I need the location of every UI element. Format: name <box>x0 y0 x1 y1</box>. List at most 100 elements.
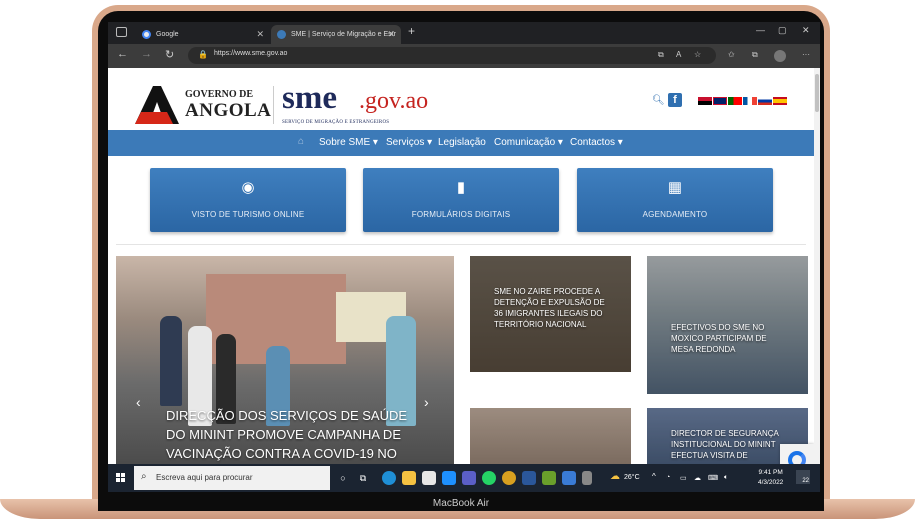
flag-russia-icon[interactable] <box>758 97 772 105</box>
tab-actions-icon[interactable] <box>116 27 127 37</box>
word-icon[interactable] <box>522 471 536 485</box>
nav-sobre-sme[interactable]: Sobre SME ▾ <box>319 137 378 148</box>
notification-center-icon[interactable]: 22 <box>796 470 810 484</box>
collections-icon[interactable]: ⧉ <box>752 50 758 60</box>
tab-bar: Google ✕ SME | Serviço de Migração e Est… <box>108 22 820 44</box>
app-icon[interactable] <box>542 471 556 485</box>
gov-line2: ANGOLA <box>185 100 272 121</box>
close-window-icon[interactable]: ✕ <box>802 25 810 36</box>
new-tab-button[interactable]: + <box>408 24 415 38</box>
close-tab-icon[interactable]: ✕ <box>387 25 395 44</box>
favorites-bar-icon[interactable]: ✩ <box>728 50 735 59</box>
weather-temp[interactable]: 26°C <box>624 474 640 481</box>
tab-title: Google <box>156 31 179 38</box>
quick-link-visto[interactable]: ◉ VISTO DE TURISMO ONLINE <box>150 168 346 232</box>
taskbar-search-placeholder: Escreva aqui para procurar <box>156 473 253 482</box>
store-icon[interactable] <box>422 471 436 485</box>
news-card[interactable] <box>470 408 631 464</box>
nav-comunicacao[interactable]: Comunicação ▾ <box>494 137 563 148</box>
news-card-caption: EFECTIVOS DO SME NO MOXICO PARTICIPAM DE… <box>671 323 767 354</box>
minimize-icon[interactable]: — <box>756 25 765 35</box>
flag-angola-icon[interactable] <box>698 97 712 105</box>
clock-time: 9:41 PM <box>758 469 783 476</box>
search-icon: ⌕ <box>141 471 147 482</box>
quick-link-agendamento[interactable]: ▦ AGENDAMENTO <box>577 168 773 232</box>
tab-google[interactable]: Google ✕ <box>136 25 270 44</box>
recaptcha-badge[interactable] <box>780 444 814 464</box>
close-tab-icon[interactable]: ✕ <box>256 25 264 44</box>
onedrive-icon[interactable]: ☁ <box>694 474 701 482</box>
logo-divider <box>273 86 274 124</box>
nav-servicos[interactable]: Serviços ▾ <box>386 137 432 148</box>
news-card-caption: DIRECTOR DE SEGURANÇA INSTITUCIONAL DO M… <box>671 429 779 460</box>
brand-domain: .gov.ao <box>359 88 429 114</box>
network-icon[interactable]: ◔ <box>666 474 670 481</box>
hero-caption[interactable]: DIRECÇÃO DOS SERVIÇOS DE SAÚDE DO MININT… <box>166 406 416 463</box>
teams-icon[interactable] <box>462 471 476 485</box>
sme-favicon-icon <box>277 30 286 39</box>
clock-date: 4/3/2022 <box>758 479 784 486</box>
flag-spain-icon[interactable] <box>773 97 787 105</box>
file-explorer-icon[interactable] <box>402 471 416 485</box>
section-divider <box>116 244 806 245</box>
screen: Google ✕ SME | Serviço de Migração e Est… <box>108 22 820 492</box>
maximize-icon[interactable]: ▢ <box>778 25 787 36</box>
battery-icon[interactable]: ▭ <box>680 474 687 482</box>
facebook-icon[interactable]: f <box>668 93 682 107</box>
refresh-icon[interactable]: ↻ <box>165 48 174 61</box>
profile-avatar[interactable] <box>774 50 786 62</box>
app-icon[interactable] <box>562 471 576 485</box>
flag-france-icon[interactable] <box>743 97 757 105</box>
news-card[interactable]: SME NO ZAIRE PROCEDE A DETENÇÃO E EXPULS… <box>470 256 631 372</box>
nav-legislacao[interactable]: Legislação <box>438 137 486 148</box>
task-view-icon[interactable]: ⧉ <box>356 471 370 485</box>
quick-link-label: AGENDAMENTO <box>642 210 708 219</box>
app-available-icon[interactable]: ⧉ <box>658 50 664 60</box>
scrollbar-thumb[interactable] <box>815 74 819 112</box>
browser-toolbar: ← → ↻ 🔒 https://www.sme.gov.ao ⧉ A ☆ ✩ ⧉… <box>108 44 820 68</box>
forward-icon[interactable]: → <box>141 48 152 60</box>
brand-main[interactable]: sme <box>282 80 337 117</box>
hero-photo-person <box>160 316 182 406</box>
main-navbar: ⌂ Sobre SME ▾ Serviços ▾ Legislação Comu… <box>108 130 814 156</box>
favorite-icon[interactable]: ☆ <box>694 50 701 59</box>
back-icon[interactable]: ← <box>117 48 128 60</box>
windows-start-icon[interactable] <box>116 473 126 483</box>
device-label: MacBook Air <box>98 497 824 511</box>
whatsapp-icon[interactable] <box>482 471 496 485</box>
prev-slide-icon[interactable]: ‹ <box>136 394 141 410</box>
hero-slider[interactable]: ‹ › DIRECÇÃO DOS SERVIÇOS DE SAÚDE DO MI… <box>116 256 454 464</box>
search-icon[interactable]: 🔍︎ <box>652 95 665 106</box>
angola-logo-icon <box>135 86 179 124</box>
home-icon[interactable]: ⌂ <box>298 136 304 147</box>
address-bar[interactable]: 🔒 https://www.sme.gov.ao ⧉ A ☆ <box>188 47 716 64</box>
edge-icon[interactable] <box>382 471 396 485</box>
next-slide-icon[interactable]: › <box>424 394 429 410</box>
news-card[interactable]: EFECTIVOS DO SME NO MOXICO PARTICIPAM DE… <box>647 256 808 394</box>
keyboard-icon[interactable]: ⌨ <box>708 474 718 482</box>
page-scrollbar[interactable] <box>814 68 820 464</box>
weather-icon[interactable]: ☁ <box>610 471 624 485</box>
cortana-icon[interactable]: ○ <box>336 471 350 485</box>
quick-link-formularios[interactable]: ▮ FORMULÁRIOS DIGITAIS <box>363 168 559 232</box>
read-aloud-icon[interactable]: A <box>676 50 681 59</box>
chrome-icon[interactable] <box>502 471 516 485</box>
app-icon[interactable] <box>582 471 592 485</box>
flag-uk-icon[interactable] <box>713 97 727 105</box>
taskbar-clock[interactable]: 9:41 PM 4/3/2022 <box>758 468 783 488</box>
flag-portugal-icon[interactable] <box>728 97 742 105</box>
mail-icon[interactable] <box>442 471 456 485</box>
notification-count: 22 <box>802 478 809 484</box>
gov-line1: GOVERNO DE <box>185 89 254 100</box>
taskbar-search[interactable]: ⌕ Escreva aqui para procurar <box>134 466 330 490</box>
more-menu-icon[interactable]: ··· <box>802 50 810 59</box>
tab-title: SME | Serviço de Migração e Estr <box>291 31 396 38</box>
calendar-icon: ▦ <box>667 179 683 196</box>
brand-subtitle: SERVIÇO DE MIGRAÇÃO E ESTRANGEIROS <box>282 120 390 125</box>
volume-icon[interactable]: 🔈︎ <box>724 474 728 482</box>
nav-contactos[interactable]: Contactos ▾ <box>570 137 623 148</box>
tab-sme[interactable]: SME | Serviço de Migração e Estr ✕ <box>271 25 401 44</box>
tray-chevron-icon[interactable]: ^ <box>652 472 656 481</box>
news-card-caption: SME NO ZAIRE PROCEDE A DETENÇÃO E EXPULS… <box>494 287 605 329</box>
web-page: GOVERNO DE ANGOLA sme .gov.ao SERVIÇO DE… <box>108 68 814 464</box>
